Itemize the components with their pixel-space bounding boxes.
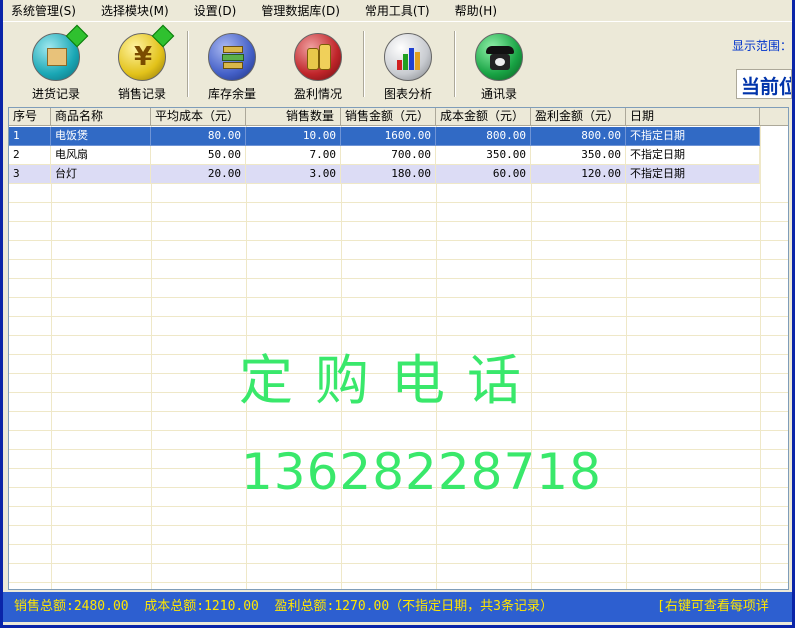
menu-system[interactable]: 系统管理(S) — [3, 0, 84, 22]
toolbar: 进货记录 ¥ 销售记录 库存余量 盈利情况 图表分析 通讯录 显示范围： 当前 — [3, 23, 792, 103]
toolbar-separator — [187, 31, 189, 97]
display-range-label: 显示范围： — [731, 39, 792, 53]
grid-line — [9, 278, 788, 279]
col-header-profit-amount[interactable]: 盈利金额（元） — [531, 108, 626, 126]
address-book-label: 通讯录 — [480, 87, 517, 101]
books-stack-icon — [208, 33, 256, 81]
main-window: 系统管理(S) 选择模块(M) 设置(D) 管理数据库(D) 常用工具(T) 帮… — [3, 0, 792, 625]
cell-profit-amount: 800.00 — [531, 127, 626, 146]
grid-line — [9, 221, 788, 222]
grid-line — [9, 544, 788, 545]
grid-line — [9, 430, 788, 431]
status-bar: 销售总额:2480.00 成本总额:1210.00 盈利总额:1270.00（不… — [3, 592, 792, 622]
col-header-cost-amount[interactable]: 成本金额（元） — [436, 108, 531, 126]
menu-tools[interactable]: 常用工具(T) — [357, 0, 438, 22]
toolbar-separator — [363, 31, 365, 97]
cell-cost-amount: 800.00 — [436, 127, 531, 146]
table-row[interactable]: 1 电饭煲 80.00 10.00 1600.00 800.00 800.00 … — [9, 127, 760, 146]
menu-select-module[interactable]: 选择模块(M) — [93, 0, 177, 22]
current-position-box: 当前位 — [736, 69, 792, 99]
chart-analysis-label: 图表分析 — [383, 87, 432, 101]
grid-line — [760, 126, 761, 589]
grid-line — [9, 506, 788, 507]
telephone-icon — [475, 33, 523, 81]
menu-bar: 系统管理(S) 选择模块(M) 设置(D) 管理数据库(D) 常用工具(T) 帮… — [3, 0, 792, 22]
grid-line — [9, 563, 788, 564]
cell-avg-cost: 50.00 — [151, 146, 246, 165]
current-position-text: 当前位 — [741, 76, 791, 98]
yen-coin-icon: ¥ — [118, 24, 175, 81]
inventory-button[interactable]: 库存余量 — [192, 27, 272, 101]
grid-line — [9, 240, 788, 241]
cell-profit-amount: 350.00 — [531, 146, 626, 165]
cell-cost-amount: 60.00 — [436, 165, 531, 184]
grid-line — [9, 202, 788, 203]
grid-line — [51, 126, 52, 589]
cell-product: 电风扇 — [51, 146, 151, 165]
grid-line — [9, 316, 788, 317]
sales-records-label: 销售记录 — [117, 87, 166, 101]
order-phone-number: 13628228718 — [241, 443, 602, 501]
address-book-button[interactable]: 通讯录 — [459, 27, 539, 101]
profit-label: 盈利情况 — [293, 87, 342, 101]
status-hint: [右键可查看每项详 — [657, 599, 769, 614]
cell-index: 3 — [9, 165, 51, 184]
col-header-product[interactable]: 商品名称 — [51, 108, 151, 126]
order-phone-title: 定购电话 — [239, 349, 543, 412]
col-header-date[interactable]: 日期 — [626, 108, 760, 126]
profit-button[interactable]: 盈利情况 — [278, 27, 358, 101]
records-table[interactable]: 序号 商品名称 平均成本（元） 销售数量 销售金额（元） 成本金额（元） 盈利金… — [8, 107, 789, 590]
cell-sales-amount: 700.00 — [341, 146, 436, 165]
box-import-icon — [32, 24, 89, 81]
col-header-avg-cost[interactable]: 平均成本（元） — [151, 108, 246, 126]
table-row[interactable]: 3 台灯 20.00 3.00 180.00 60.00 120.00 不指定日… — [9, 165, 760, 184]
col-header-index[interactable]: 序号 — [9, 108, 51, 126]
cell-cost-amount: 350.00 — [436, 146, 531, 165]
grid-line — [9, 525, 788, 526]
table-row[interactable]: 2 电风扇 50.00 7.00 700.00 350.00 350.00 不指… — [9, 146, 760, 165]
purchase-records-button[interactable]: 进货记录 — [16, 24, 96, 101]
grid-line — [626, 126, 627, 589]
cell-date: 不指定日期 — [626, 127, 760, 146]
sales-records-button[interactable]: ¥ 销售记录 — [102, 24, 182, 101]
menu-settings[interactable]: 设置(D) — [186, 0, 245, 22]
cell-avg-cost: 20.00 — [151, 165, 246, 184]
cell-product: 电饭煲 — [51, 127, 151, 146]
cell-avg-cost: 80.00 — [151, 127, 246, 146]
cell-profit-amount: 120.00 — [531, 165, 626, 184]
grid-line — [9, 582, 788, 583]
grid-line — [9, 297, 788, 298]
coin-stack-icon — [294, 33, 342, 81]
bar-chart-icon — [384, 33, 432, 81]
grid-line — [151, 126, 152, 589]
grid-line — [9, 259, 788, 260]
col-header-filler — [760, 108, 788, 126]
cell-index: 2 — [9, 146, 51, 165]
menu-manage-database[interactable]: 管理数据库(D) — [253, 0, 348, 22]
cell-date: 不指定日期 — [626, 165, 760, 184]
col-header-quantity[interactable]: 销售数量 — [246, 108, 341, 126]
cell-sales-amount: 180.00 — [341, 165, 436, 184]
chart-analysis-button[interactable]: 图表分析 — [368, 27, 448, 101]
cell-product: 台灯 — [51, 165, 151, 184]
cell-date: 不指定日期 — [626, 146, 760, 165]
cell-sales-amount: 1600.00 — [341, 127, 436, 146]
status-summary: 销售总额:2480.00 成本总额:1210.00 盈利总额:1270.00（不… — [14, 599, 553, 614]
cell-index: 1 — [9, 127, 51, 146]
col-header-sales-amount[interactable]: 销售金额（元） — [341, 108, 436, 126]
inventory-label: 库存余量 — [207, 87, 256, 101]
toolbar-separator — [454, 31, 456, 97]
menu-help[interactable]: 帮助(H) — [447, 0, 505, 22]
cell-quantity: 7.00 — [246, 146, 341, 165]
cell-quantity: 10.00 — [246, 127, 341, 146]
purchase-records-label: 进货记录 — [31, 87, 80, 101]
cell-quantity: 3.00 — [246, 165, 341, 184]
table-header: 序号 商品名称 平均成本（元） 销售数量 销售金额（元） 成本金额（元） 盈利金… — [9, 108, 788, 126]
